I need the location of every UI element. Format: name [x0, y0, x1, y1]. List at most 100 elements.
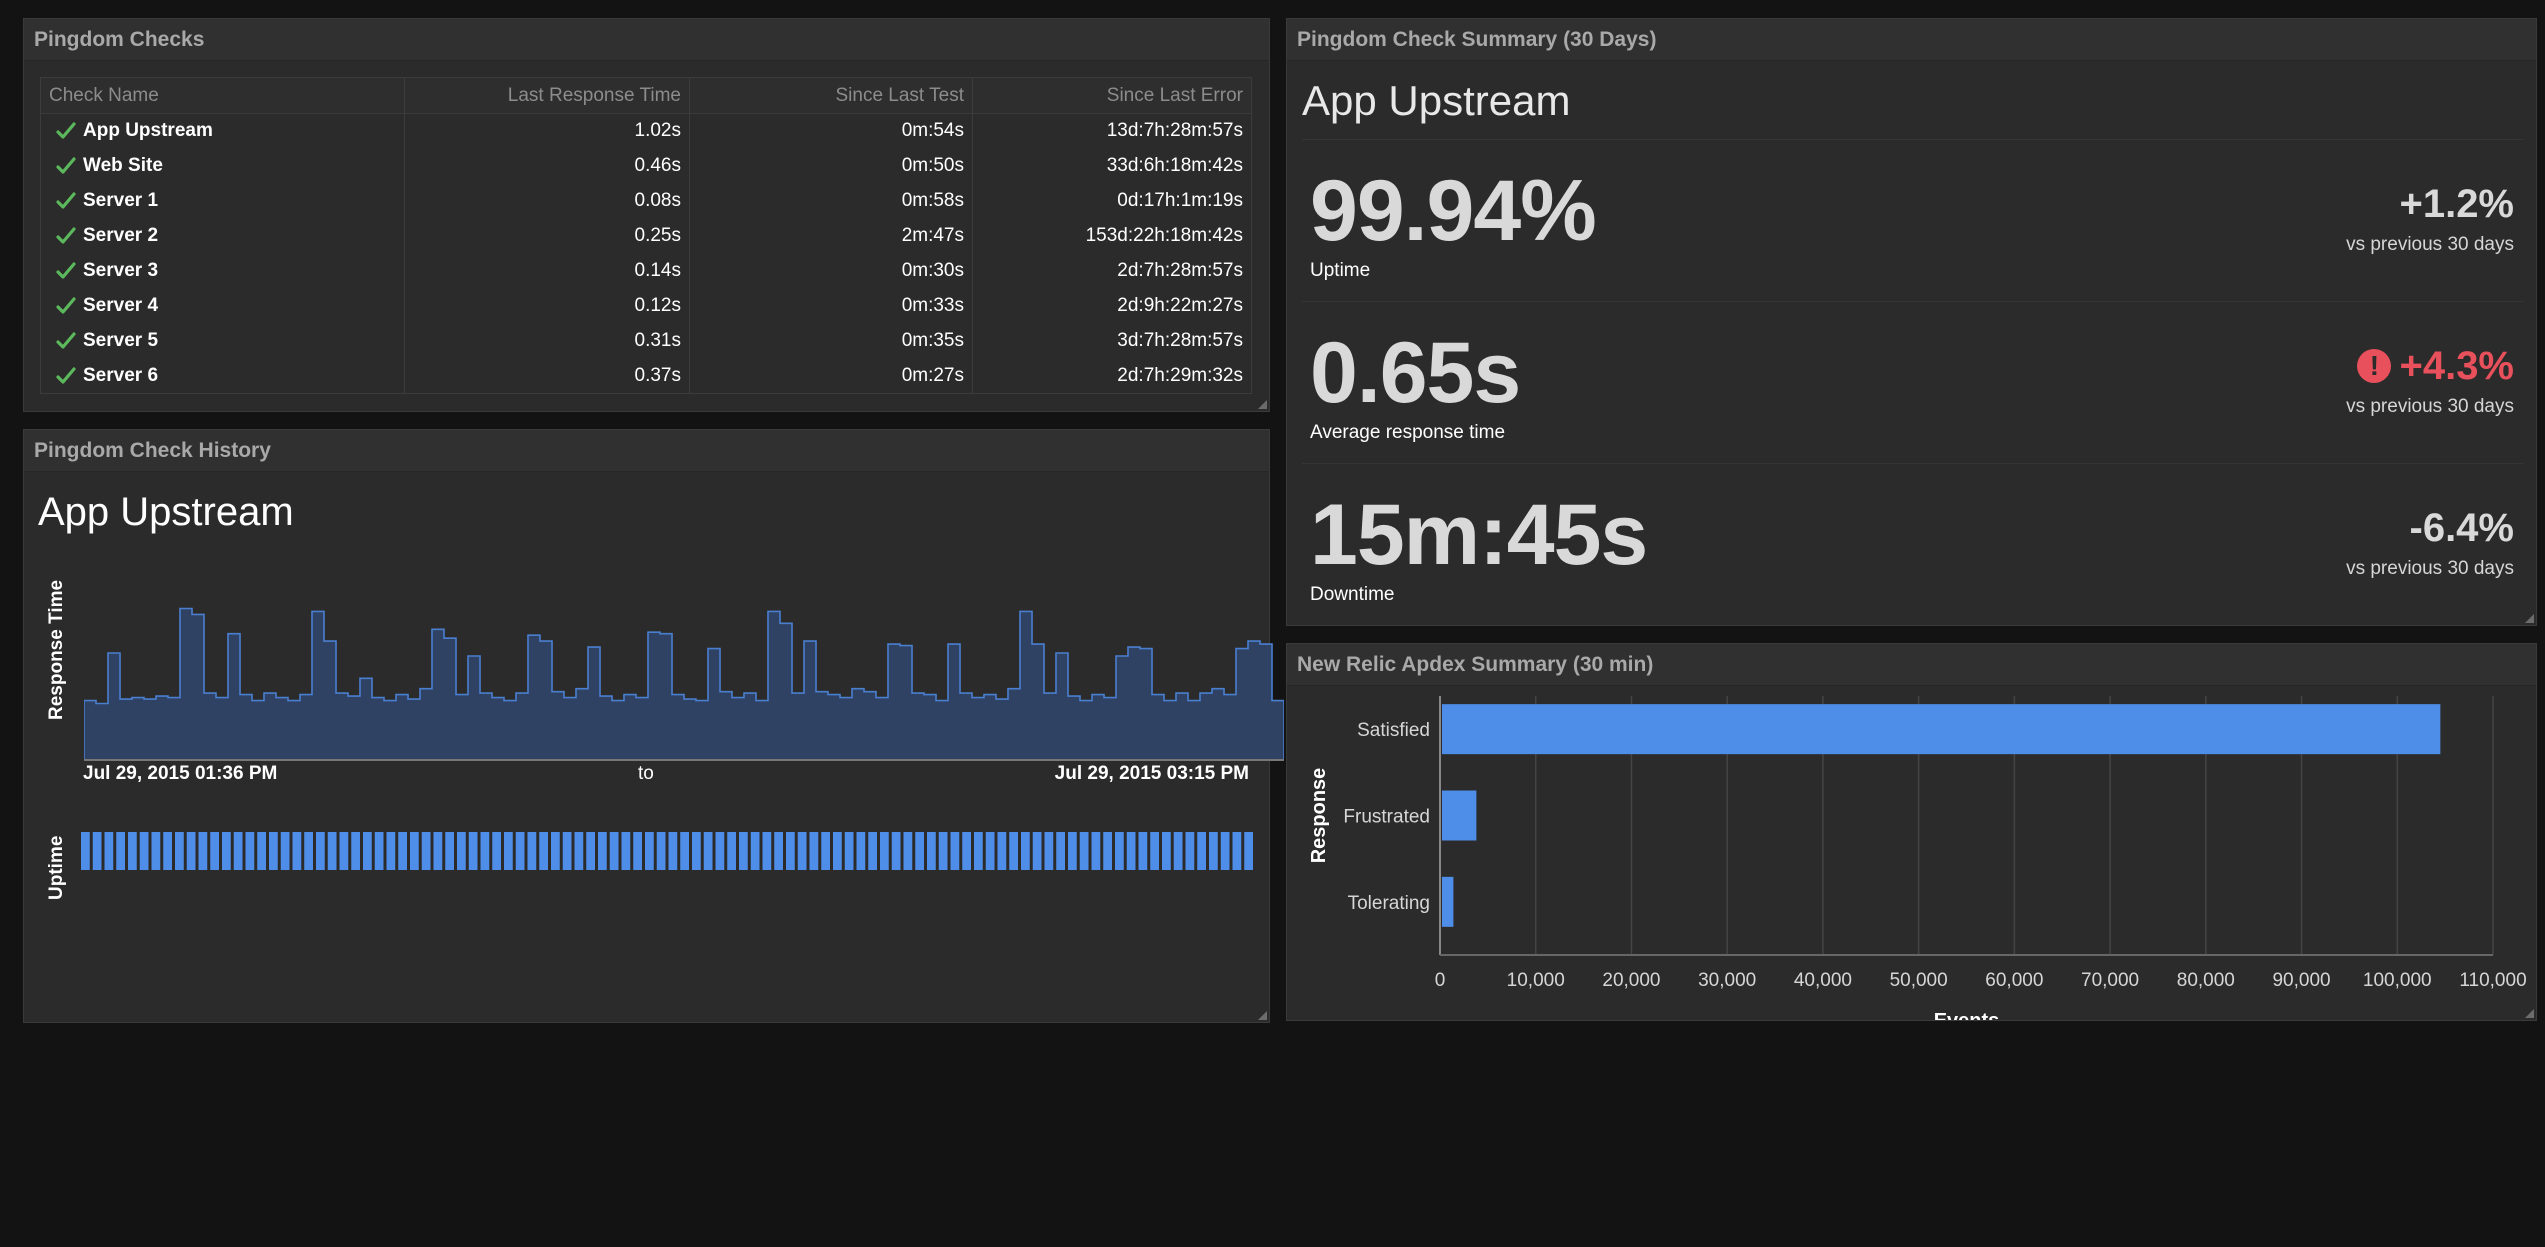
uptime-segment	[1079, 832, 1089, 870]
check-name: Server 6	[83, 364, 159, 386]
category-label: Tolerating	[1348, 893, 1430, 914]
range-start: Jul 29, 2015 01:36 PM	[83, 763, 278, 784]
check-mark-icon	[56, 332, 76, 349]
response-time-series	[84, 607, 1284, 761]
checks-table: Check Name Last Response Time Since Last…	[40, 77, 1252, 394]
uptime-segment	[962, 832, 971, 870]
check-mark-icon	[56, 297, 76, 314]
column-header-since-last-error[interactable]: Since Last Error	[972, 77, 1252, 114]
uptime-segment	[1021, 832, 1030, 870]
uptime-segment	[222, 832, 231, 870]
uptime-segment	[762, 832, 772, 870]
resize-handle[interactable]	[2524, 1008, 2534, 1018]
table-row[interactable]: Server 3 0.14s 0m:30s 2d:7h:28m:57s	[40, 253, 1252, 289]
column-header-check-name[interactable]: Check Name	[40, 77, 405, 114]
x-tick-label: 0	[1435, 970, 1446, 991]
since-last-test-cell: 0m:30s	[689, 253, 973, 289]
uptime-segment	[421, 832, 431, 870]
x-tick-label: 110,000	[2459, 970, 2526, 991]
uptime-segment	[81, 832, 90, 870]
uptime-axis-label: Uptime	[46, 835, 67, 900]
metric-label: Average response time	[1310, 422, 1506, 443]
check-name-cell: Server 6	[40, 358, 405, 394]
uptime-segment	[386, 832, 396, 870]
last-response-cell: 0.12s	[404, 288, 690, 324]
since-last-error-cell: 2d:7h:28m:57s	[972, 253, 1252, 289]
check-name: Web Site	[83, 155, 163, 176]
uptime-segment	[116, 832, 125, 870]
uptime-segment	[774, 832, 783, 870]
uptime-segment	[1209, 832, 1218, 870]
uptime-segment	[1115, 832, 1124, 870]
panel-title: Pingdom Check History	[24, 430, 1269, 472]
uptime-segment	[175, 832, 184, 870]
x-axis-title: Events	[1934, 1010, 2000, 1020]
bar-frustrated[interactable]	[1442, 790, 1477, 841]
since-last-error-cell: 2d:9h:22m:27s	[972, 288, 1252, 324]
last-response-cell: 0.08s	[404, 183, 690, 219]
check-name-cell: Server 5	[40, 323, 405, 359]
table-row[interactable]: Web Site 0.46s 0m:50s 33d:6h:18m:42s	[40, 148, 1252, 184]
since-last-test-cell: 2m:47s	[689, 218, 973, 254]
uptime-segment	[609, 832, 619, 870]
uptime-segment	[950, 832, 960, 870]
uptime-segment	[1138, 832, 1148, 870]
uptime-segment	[186, 832, 196, 870]
uptime-segment	[739, 832, 748, 870]
metric-value: 15m:45s	[1310, 487, 1648, 583]
uptime-segment	[139, 832, 149, 870]
uptime-segment	[997, 832, 1007, 870]
since-last-error-cell: 13d:7h:28m:57s	[972, 113, 1252, 149]
resize-handle[interactable]	[1257, 1010, 1267, 1020]
metric-delta-caption: vs previous 30 days	[2346, 396, 2514, 417]
uptime-segment	[680, 832, 689, 870]
since-last-error-cell: 3d:7h:28m:57s	[972, 323, 1252, 359]
x-tick-label: 50,000	[1890, 970, 1948, 991]
metric-delta: +1.2%	[2399, 182, 2514, 226]
uptime-segment	[468, 832, 478, 870]
uptime-segment	[257, 832, 266, 870]
column-header-last-response[interactable]: Last Response Time	[404, 77, 690, 114]
uptime-segment	[1126, 832, 1136, 870]
uptime-segment	[833, 832, 842, 870]
check-mark-icon	[56, 262, 76, 279]
uptime-segment	[786, 832, 795, 870]
uptime-segment	[539, 832, 548, 870]
check-mark-icon	[56, 157, 76, 174]
table-row[interactable]: Server 4 0.12s 0m:33s 2d:9h:22m:27s	[40, 288, 1252, 324]
since-last-test-cell: 0m:54s	[689, 113, 973, 149]
column-header-since-last-test[interactable]: Since Last Test	[689, 77, 973, 114]
resize-handle[interactable]	[2524, 613, 2534, 623]
resize-handle[interactable]	[1257, 399, 1267, 409]
table-row[interactable]: Server 2 0.25s 2m:47s 153d:22h:18m:42s	[40, 218, 1252, 254]
table-row[interactable]: Server 1 0.08s 0m:58s 0d:17h:1m:19s	[40, 183, 1252, 219]
table-row[interactable]: App Upstream 1.02s 0m:54s 13d:7h:28m:57s	[40, 113, 1252, 149]
last-response-cell: 1.02s	[404, 113, 690, 149]
response-time-axis-label: Response Time	[46, 579, 67, 720]
table-row[interactable]: Server 6 0.37s 0m:27s 2d:7h:29m:32s	[40, 358, 1252, 394]
uptime-segment	[927, 832, 936, 870]
since-last-test-cell: 0m:33s	[689, 288, 973, 324]
uptime-segment	[527, 832, 537, 870]
check-name: Server 1	[83, 190, 159, 211]
uptime-segment	[515, 832, 525, 870]
uptime-segment	[480, 832, 490, 870]
response-time-chart	[84, 607, 1284, 761]
alert-icon: !	[2357, 349, 2392, 383]
uptime-segment	[398, 832, 407, 870]
uptime-segment	[1244, 832, 1253, 870]
bar-tolerating[interactable]	[1442, 876, 1454, 927]
uptime-segment	[727, 832, 736, 870]
last-response-cell: 0.14s	[404, 253, 690, 289]
metric-delta: +4.3%	[2399, 344, 2514, 388]
check-name-cell: Server 4	[40, 288, 405, 324]
uptime-segment	[1185, 832, 1195, 870]
uptime-segment	[1091, 832, 1101, 870]
uptime-segment	[504, 832, 513, 870]
table-row[interactable]: Server 5 0.31s 0m:35s 3d:7h:28m:57s	[40, 323, 1252, 359]
uptime-segment	[1197, 832, 1206, 870]
apdex-summary-panel: New Relic Apdex Summary (30 min) 0 10,000…	[1286, 643, 2537, 1021]
uptime-segment	[656, 832, 666, 870]
bar-satisfied[interactable]	[1442, 704, 2441, 755]
uptime-segment	[750, 832, 760, 870]
